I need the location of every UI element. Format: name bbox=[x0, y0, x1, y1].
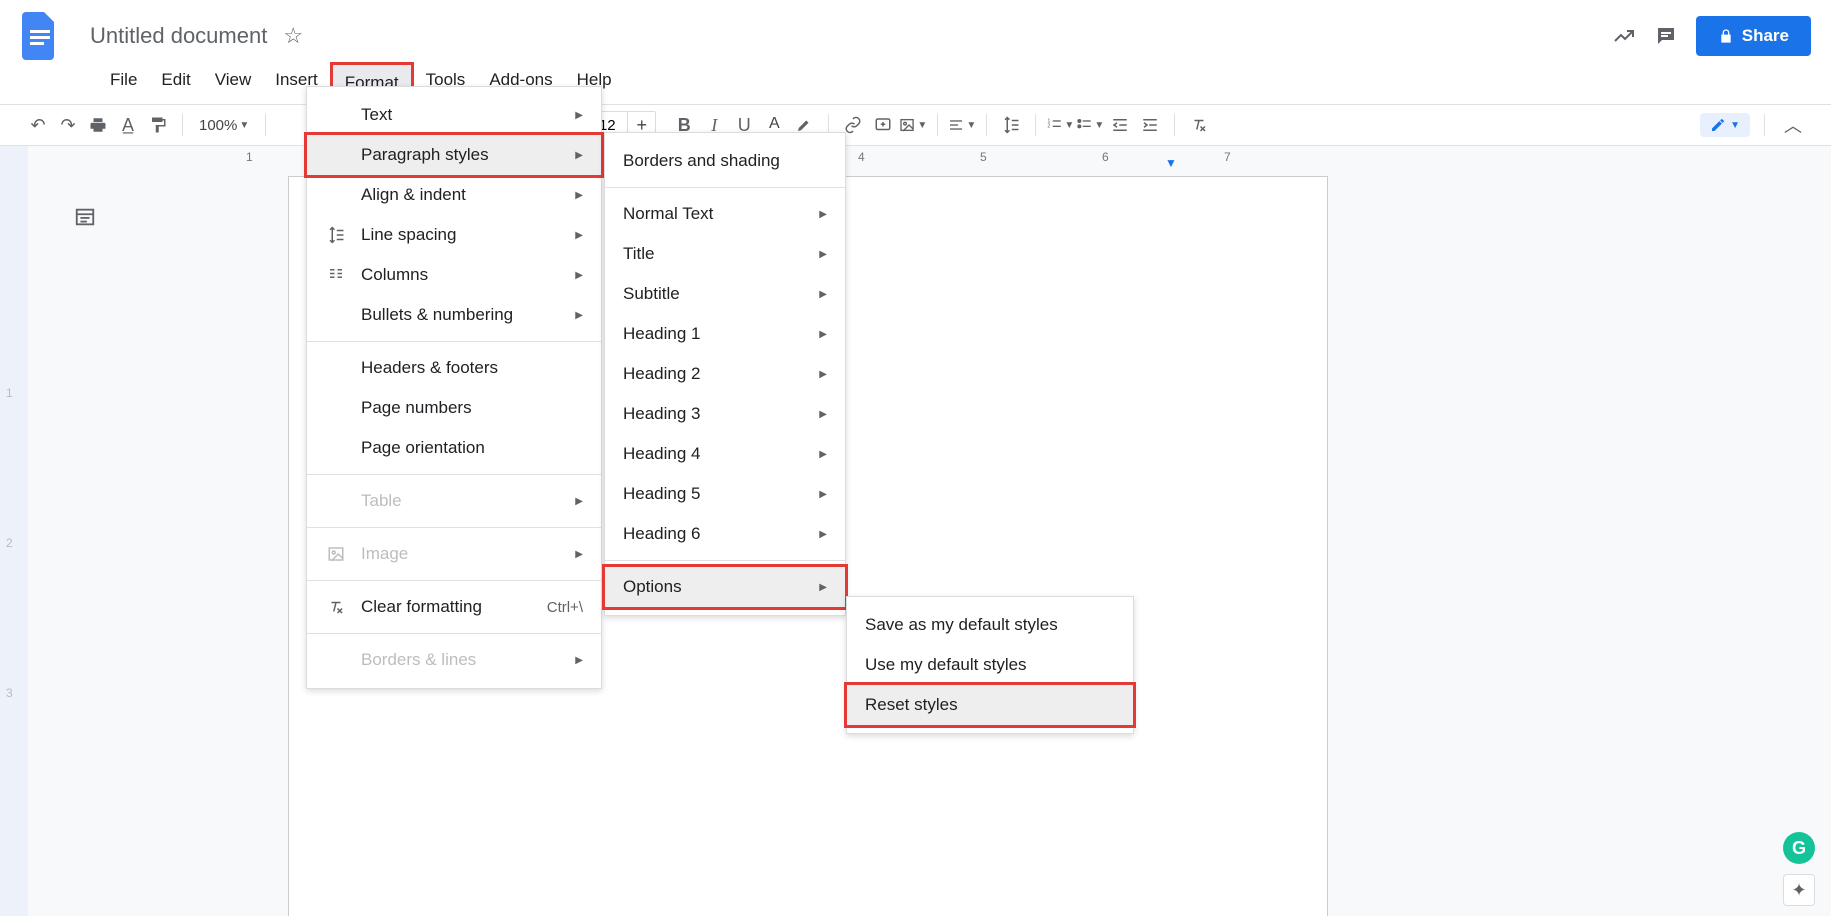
format-menu-item-page-numbers[interactable]: Page numbers bbox=[307, 388, 601, 428]
menu-item-label: Columns bbox=[361, 265, 428, 285]
save-default-styles-item[interactable]: Save as my default styles bbox=[847, 605, 1133, 645]
editing-mode-button[interactable]: ▼ bbox=[1700, 113, 1750, 137]
svg-text:2: 2 bbox=[1048, 124, 1051, 130]
menu-item-label: Subtitle bbox=[623, 284, 680, 304]
grammarly-icon[interactable]: G bbox=[1783, 832, 1815, 864]
explore-icon[interactable]: ✦ bbox=[1783, 874, 1815, 906]
collapse-toolbar-icon[interactable]: ︿ bbox=[1779, 111, 1807, 139]
menu-item-label: Normal Text bbox=[623, 204, 713, 224]
menu-item-label: Title bbox=[623, 244, 655, 264]
star-icon[interactable]: ☆ bbox=[283, 23, 303, 49]
line-spacing-icon[interactable] bbox=[997, 111, 1025, 139]
indent-marker-icon[interactable]: ▼ bbox=[1165, 156, 1177, 170]
menu-item-label: Line spacing bbox=[361, 225, 456, 245]
share-label: Share bbox=[1742, 26, 1789, 46]
outline-toggle-icon[interactable] bbox=[74, 206, 96, 228]
docs-logo-icon[interactable] bbox=[20, 10, 60, 62]
menu-item-label: Image bbox=[361, 544, 408, 564]
menu-item-label: Heading 1 bbox=[623, 324, 701, 344]
menu-file[interactable]: File bbox=[98, 62, 149, 104]
paragraph-styles-options-item[interactable]: Options bbox=[602, 564, 848, 610]
toolbar-right: ▼ ︿ bbox=[1700, 111, 1807, 139]
menu-item-shortcut: Ctrl+\ bbox=[547, 599, 583, 616]
menu-edit[interactable]: Edit bbox=[149, 62, 202, 104]
numbered-list-icon[interactable]: 12▼ bbox=[1046, 111, 1074, 139]
insert-image-icon[interactable]: ▼ bbox=[899, 111, 927, 139]
col-icon bbox=[325, 266, 347, 284]
align-icon[interactable]: ▼ bbox=[948, 111, 976, 139]
paragraph-style-item[interactable]: Heading 1 bbox=[605, 314, 845, 354]
lock-icon bbox=[1718, 28, 1734, 44]
clear-icon bbox=[325, 598, 347, 616]
paragraph-style-item[interactable]: Heading 4 bbox=[605, 434, 845, 474]
print-icon[interactable] bbox=[84, 111, 112, 139]
menu-item-label: Page numbers bbox=[361, 398, 472, 418]
increase-indent-icon[interactable] bbox=[1136, 111, 1164, 139]
paragraph-styles-submenu: Borders and shading Normal Text Title Subt… bbox=[604, 132, 846, 616]
paragraph-style-item[interactable]: Normal Text bbox=[605, 194, 845, 234]
menubar: File Edit View Insert Format Tools Add-o… bbox=[0, 62, 1831, 105]
spellcheck-icon[interactable]: A̲ bbox=[114, 111, 142, 139]
menu-item-label: Heading 2 bbox=[623, 364, 701, 384]
menu-item-label: Heading 6 bbox=[623, 524, 701, 544]
format-menu-item-bullets-numbering[interactable]: Bullets & numbering bbox=[307, 295, 601, 335]
vertical-ruler: 1 2 3 bbox=[0, 146, 28, 916]
menu-item-label: Page orientation bbox=[361, 438, 485, 458]
menu-item-label: Heading 4 bbox=[623, 444, 701, 464]
menu-item-label: Table bbox=[361, 491, 402, 511]
format-menu-item-paragraph-styles[interactable]: Paragraph styles bbox=[304, 132, 604, 178]
reset-styles-item[interactable]: Reset styles bbox=[844, 682, 1136, 728]
document-area: 1 2 3 1 2 3 4 5 6 7 ▼ bbox=[0, 146, 1831, 916]
menu-item-label: Paragraph styles bbox=[361, 145, 489, 165]
menu-view[interactable]: View bbox=[203, 62, 264, 104]
share-button[interactable]: Share bbox=[1696, 16, 1811, 56]
title-bar: Untitled document ☆ Share bbox=[0, 0, 1831, 62]
clear-formatting-icon[interactable] bbox=[1185, 111, 1213, 139]
document-title[interactable]: Untitled document bbox=[90, 23, 267, 49]
menu-item-label: Align & indent bbox=[361, 185, 466, 205]
undo-icon[interactable]: ↶ bbox=[24, 111, 52, 139]
paragraph-style-item[interactable]: Heading 3 bbox=[605, 394, 845, 434]
activity-icon[interactable] bbox=[1612, 24, 1636, 48]
menu-item-label: Heading 3 bbox=[623, 404, 701, 424]
format-menu-item-borders-lines: Borders & lines bbox=[307, 640, 601, 680]
paragraph-style-item[interactable]: Heading 6 bbox=[605, 514, 845, 554]
insert-comment-icon[interactable] bbox=[869, 111, 897, 139]
paragraph-style-item[interactable]: Heading 2 bbox=[605, 354, 845, 394]
comments-icon[interactable] bbox=[1654, 24, 1678, 48]
menu-item-label: Bullets & numbering bbox=[361, 305, 513, 325]
toolbar: ↶ ↷ A̲ 100%▼ − 12 + B I U A ▼ ▼ 12▼ ▼ ▼ … bbox=[0, 105, 1831, 146]
format-menu-item-image: Image bbox=[307, 534, 601, 574]
bulleted-list-icon[interactable]: ▼ bbox=[1076, 111, 1104, 139]
format-menu-item-clear-formatting[interactable]: Clear formatting Ctrl+\ bbox=[307, 587, 601, 627]
borders-and-shading-item[interactable]: Borders and shading bbox=[605, 141, 845, 181]
paragraph-style-item[interactable]: Title bbox=[605, 234, 845, 274]
format-menu-dropdown: Text Paragraph styles Align & indent Line s… bbox=[306, 86, 602, 689]
menu-item-label: Headers & footers bbox=[361, 358, 498, 378]
ls-icon bbox=[325, 226, 347, 244]
paragraph-style-item[interactable]: Subtitle bbox=[605, 274, 845, 314]
format-menu-item-headers-footers[interactable]: Headers & footers bbox=[307, 348, 601, 388]
work-surface: 1 2 3 4 5 6 7 ▼ bbox=[28, 146, 1831, 916]
decrease-indent-icon[interactable] bbox=[1106, 111, 1134, 139]
menu-item-label: Text bbox=[361, 105, 392, 125]
zoom-select[interactable]: 100%▼ bbox=[193, 117, 255, 134]
horizontal-ruler: 1 2 3 4 5 6 7 ▼ bbox=[28, 146, 1831, 172]
paragraph-style-item[interactable]: Heading 5 bbox=[605, 474, 845, 514]
menu-item-label: Clear formatting bbox=[361, 597, 482, 617]
redo-icon[interactable]: ↷ bbox=[54, 111, 82, 139]
use-default-styles-item[interactable]: Use my default styles bbox=[847, 645, 1133, 685]
format-menu-item-columns[interactable]: Columns bbox=[307, 255, 601, 295]
img-icon bbox=[325, 545, 347, 563]
format-menu-item-text[interactable]: Text bbox=[307, 95, 601, 135]
format-menu-item-page-orientation[interactable]: Page orientation bbox=[307, 428, 601, 468]
format-menu-item-line-spacing[interactable]: Line spacing bbox=[307, 215, 601, 255]
paint-format-icon[interactable] bbox=[144, 111, 172, 139]
menu-item-label: Heading 5 bbox=[623, 484, 701, 504]
menu-item-label: Borders & lines bbox=[361, 650, 476, 670]
format-menu-item-align-indent[interactable]: Align & indent bbox=[307, 175, 601, 215]
paragraph-styles-options-submenu: Save as my default styles Use my default… bbox=[846, 596, 1134, 734]
format-menu-item-table: Table bbox=[307, 481, 601, 521]
